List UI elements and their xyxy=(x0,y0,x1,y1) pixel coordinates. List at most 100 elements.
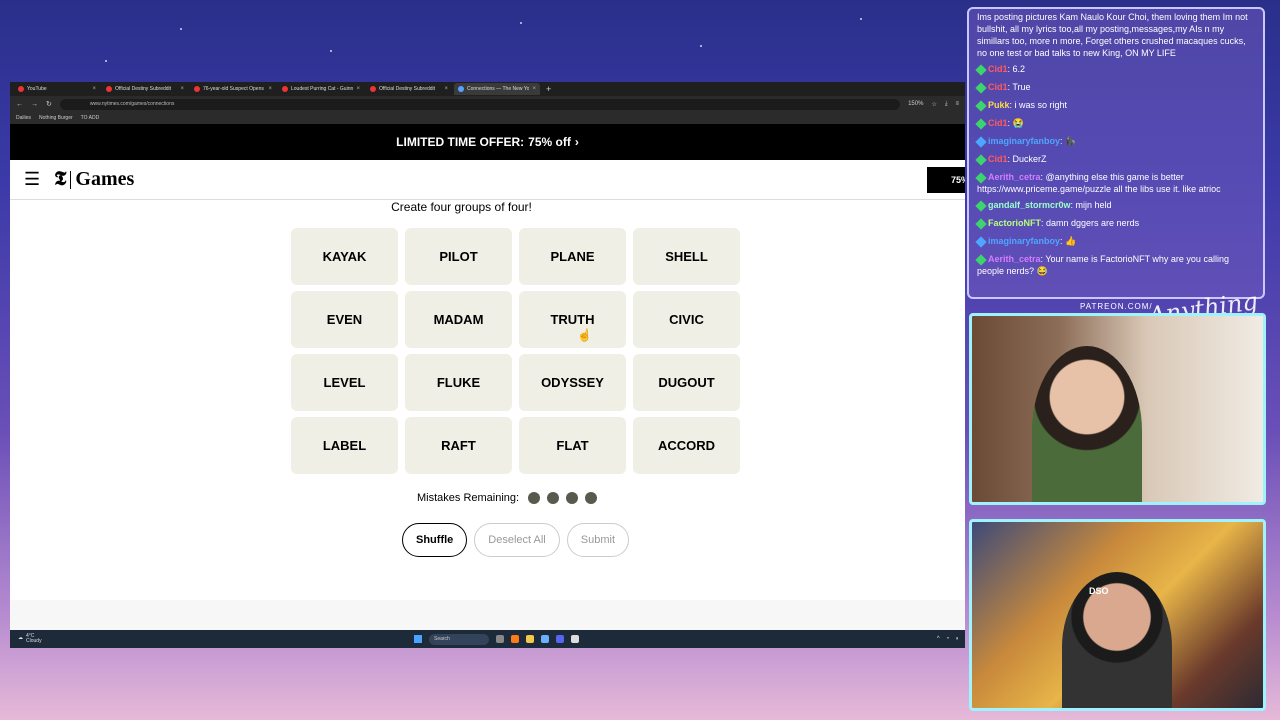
browser-tab[interactable]: Official Destiny Subreddit × xyxy=(102,83,188,95)
new-tab-button[interactable]: + xyxy=(542,84,551,94)
word-tile[interactable]: TRUTH xyxy=(519,291,626,348)
obs-icon[interactable] xyxy=(571,635,579,643)
bookmark-to-add[interactable]: TO ADD xyxy=(81,115,100,121)
tab-favicon-icon xyxy=(194,86,200,92)
hamburger-menu-icon[interactable]: ☰ xyxy=(24,169,40,190)
chat-message: Pukk: i was so right xyxy=(975,99,1255,112)
word-tile[interactable]: LEVEL xyxy=(291,354,398,411)
file-explorer-icon[interactable] xyxy=(526,635,534,643)
task-view-icon[interactable] xyxy=(496,635,504,643)
word-tile[interactable]: EVEN xyxy=(291,291,398,348)
chat-username[interactable]: Aerith_cetra xyxy=(988,254,1041,264)
tab-close-icon[interactable]: × xyxy=(180,86,184,92)
tab-close-icon[interactable]: × xyxy=(92,86,96,92)
bookmark-nothing-burger[interactable]: Nothing Burger xyxy=(39,115,73,121)
chat-username[interactable]: Aerith_cetra xyxy=(988,172,1041,182)
forward-icon[interactable]: → xyxy=(31,101,38,108)
mistake-dot xyxy=(566,492,579,504)
word-tile[interactable]: MADAM xyxy=(405,291,512,348)
background-star xyxy=(860,18,862,20)
chat-username[interactable]: imaginaryfanboy xyxy=(988,136,1060,146)
word-tile[interactable]: KAYAK xyxy=(291,228,398,285)
taskbar-search[interactable]: Search xyxy=(429,633,489,645)
tab-close-icon[interactable]: × xyxy=(444,86,448,92)
chat-username[interactable]: Cid1 xyxy=(988,118,1008,128)
chat-badge-icon xyxy=(975,135,987,148)
word-tile[interactable]: DUGOUT xyxy=(633,354,740,411)
word-tile[interactable]: CIVIC xyxy=(633,291,740,348)
chat-separator: : xyxy=(1070,200,1076,210)
windows-start-icon[interactable] xyxy=(414,635,422,643)
chat-username[interactable]: FactorioNFT xyxy=(988,218,1041,228)
bookmark-star-icon[interactable]: ☆ xyxy=(931,101,936,108)
menu-icon[interactable]: ≡ xyxy=(955,101,959,108)
back-icon[interactable]: ← xyxy=(16,101,23,108)
chat-badge-icon xyxy=(975,81,987,94)
discord-icon[interactable] xyxy=(556,635,564,643)
background-star xyxy=(700,45,702,47)
zoom-level[interactable]: 150% xyxy=(908,101,923,108)
chat-message: Aerith_cetra: @anything else this game i… xyxy=(975,171,1255,195)
webcam-guest: DSO xyxy=(969,519,1266,711)
chat-message: FactorioNFT: damn dggers are nerds xyxy=(975,217,1255,230)
stream-chat: Ims posting pictures Kam Naulo Kour Choi… xyxy=(967,7,1265,299)
chat-text: 🦍 xyxy=(1065,136,1077,146)
tile-grid: KAYAK PILOT PLANE SHELL EVEN MADAM TRUTH CIVIC L… xyxy=(291,228,740,474)
submit-button[interactable]: Submit xyxy=(566,523,630,557)
word-tile[interactable]: FLUKE xyxy=(405,354,512,411)
chat-message: gandalf_stormcr0w: mijn held xyxy=(975,199,1255,212)
browser-tab[interactable]: Loudest Purring Cat - Guinness× xyxy=(278,83,364,95)
deselect-all-button[interactable]: Deselect All xyxy=(474,523,560,557)
chat-username[interactable]: Cid1 xyxy=(988,64,1008,74)
chat-username[interactable]: Pukk xyxy=(988,100,1010,110)
chat-username[interactable]: Cid1 xyxy=(988,154,1008,164)
app-icon[interactable] xyxy=(541,635,549,643)
download-icon[interactable]: ⤓ xyxy=(945,101,948,108)
browser-tab[interactable]: 76-year-old Suspect Opens Fir × xyxy=(190,83,276,95)
offer-banner[interactable]: LIMITED TIME OFFER: 75% off › xyxy=(10,124,965,160)
word-tile[interactable]: SHELL xyxy=(633,228,740,285)
volume-icon[interactable]: ◗ xyxy=(955,636,959,642)
chat-separator: : xyxy=(1007,64,1013,74)
chat-username[interactable]: Cid1 xyxy=(988,82,1008,92)
browser-tab[interactable]: Official Destiny Subreddit × xyxy=(366,83,452,95)
chat-separator: : xyxy=(1040,172,1046,182)
word-tile[interactable]: ACCORD xyxy=(633,417,740,474)
word-tile[interactable]: ODYSSEY xyxy=(519,354,626,411)
browser-tab[interactable]: YouTube × xyxy=(14,83,100,95)
chat-text: 6.2 xyxy=(1012,64,1026,74)
weather-widget[interactable]: ☁ 4°C Cloudy xyxy=(10,633,42,645)
patreon-text: PATREON.COM/ xyxy=(1080,302,1153,311)
tab-close-icon[interactable]: × xyxy=(532,86,536,92)
word-tile[interactable]: LABEL xyxy=(291,417,398,474)
cap-logo: DSO xyxy=(1089,586,1109,596)
mouse-cursor-icon: ☝ xyxy=(577,328,592,342)
chat-text: True xyxy=(1012,82,1031,92)
tab-close-icon[interactable]: × xyxy=(268,86,272,92)
shuffle-button[interactable]: Shuffle xyxy=(402,523,468,557)
tab-label: YouTube xyxy=(27,86,47,92)
url-field[interactable]: www.nytimes.com/games/connections xyxy=(59,98,901,110)
tray-chevron-icon[interactable]: ^ xyxy=(937,636,940,642)
subscribe-button[interactable]: 75% xyxy=(927,167,965,193)
browser-tab[interactable]: Connections — The New York T× xyxy=(454,83,540,95)
word-tile[interactable]: RAFT xyxy=(405,417,512,474)
offer-highlight: 75% off xyxy=(528,135,571,149)
word-tile[interactable]: PILOT xyxy=(405,228,512,285)
offer-text: LIMITED TIME OFFER: xyxy=(396,135,525,149)
firefox-icon[interactable] xyxy=(511,635,519,643)
reload-icon[interactable]: ↻ xyxy=(46,100,52,108)
chat-message: imaginaryfanboy: 🦍 xyxy=(975,135,1255,148)
tab-close-icon[interactable]: × xyxy=(356,86,360,92)
chat-username[interactable]: gandalf_stormcr0w xyxy=(988,200,1071,210)
bookmark-dailies[interactable]: Dailies xyxy=(16,115,31,121)
word-tile[interactable]: PLANE xyxy=(519,228,626,285)
chat-badge-icon xyxy=(975,99,987,112)
address-bar: ← → ↻ www.nytimes.com/games/connections … xyxy=(10,96,965,112)
background-star xyxy=(330,50,332,52)
chat-username[interactable]: imaginaryfanboy xyxy=(988,236,1060,246)
word-tile[interactable]: FLAT xyxy=(519,417,626,474)
nyt-games-logo[interactable]: 𝕿 Games xyxy=(54,168,134,191)
network-icon[interactable]: ◔ xyxy=(946,636,950,642)
bookmarks-bar: Dailies Nothing Burger TO ADD xyxy=(10,112,965,124)
